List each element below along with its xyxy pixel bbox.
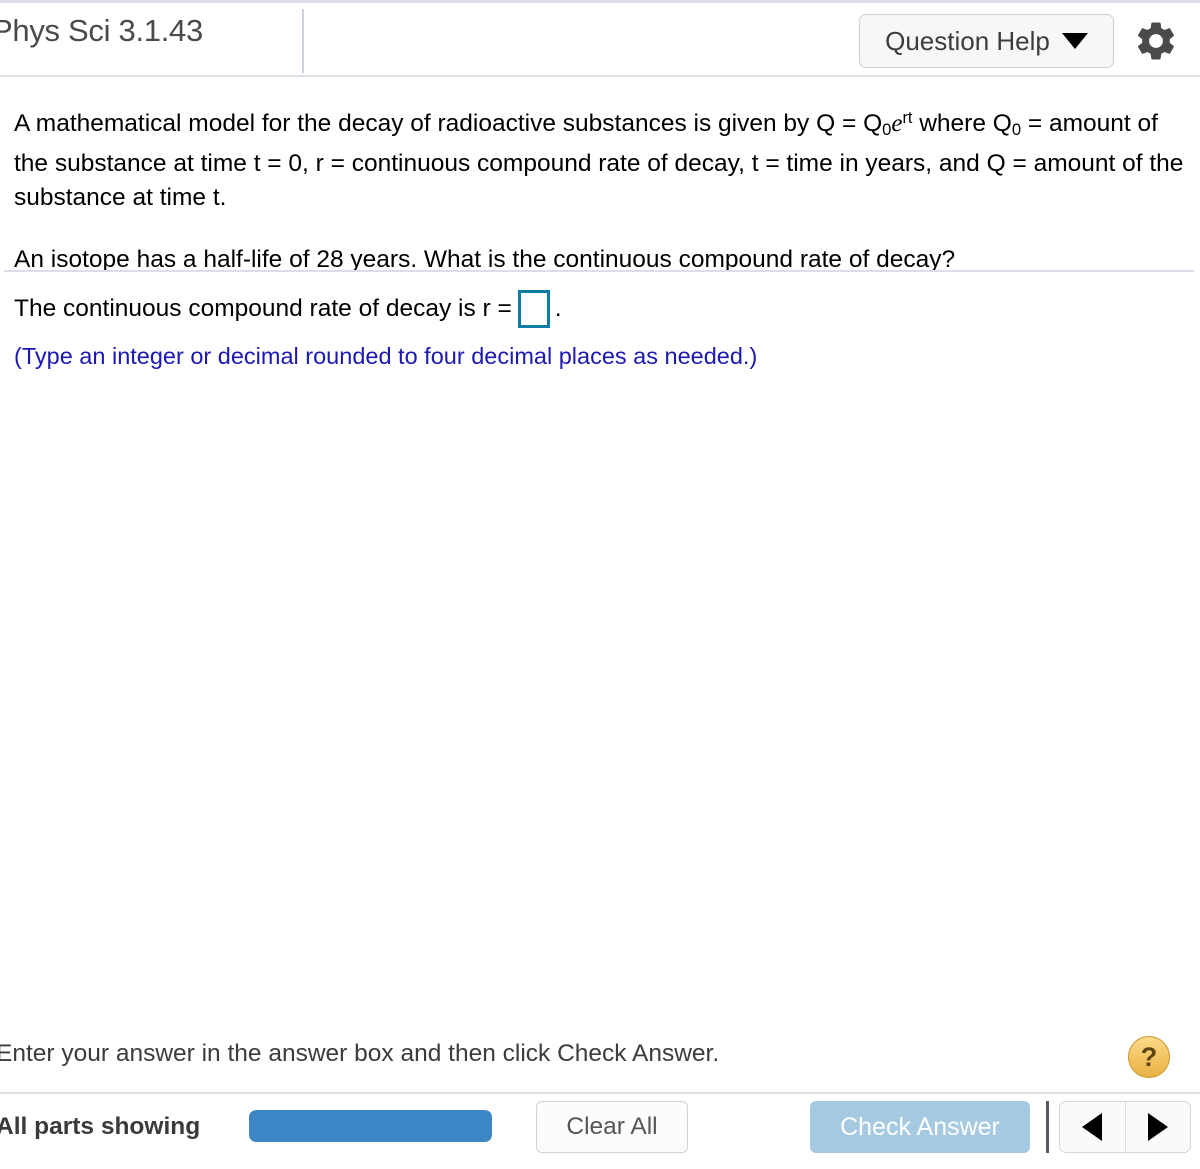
page-title: Phys Sci 3.1.43 bbox=[0, 13, 203, 48]
gear-icon[interactable] bbox=[1133, 18, 1179, 64]
previous-question-button[interactable] bbox=[1060, 1102, 1125, 1152]
footer-message: Enter your answer in the answer box and … bbox=[0, 1040, 720, 1067]
header-divider bbox=[302, 9, 304, 73]
question-body: A mathematical model for the decay of ra… bbox=[0, 77, 1200, 277]
section-divider bbox=[4, 270, 1194, 272]
parts-status-label: All parts showing bbox=[0, 1113, 201, 1140]
question-paragraph-2: An isotope has a half-life of 28 years. … bbox=[14, 245, 956, 273]
footer-message-bar: Enter your answer in the answer box and … bbox=[0, 1038, 1200, 1094]
question-help-button[interactable]: Question Help bbox=[859, 14, 1114, 68]
chevron-down-icon bbox=[1061, 33, 1088, 49]
e-symbol: e bbox=[891, 109, 903, 137]
check-answer-button[interactable]: Check Answer bbox=[810, 1101, 1030, 1153]
answer-area: The continuous compound rate of decay is… bbox=[0, 290, 1200, 372]
answer-prompt-line: The continuous compound rate of decay is… bbox=[14, 290, 1186, 328]
answer-prompt-label: The continuous compound rate of decay is… bbox=[14, 295, 512, 322]
parts-progress-bar bbox=[249, 1110, 492, 1142]
navigation-button-group bbox=[1059, 1101, 1191, 1153]
question-help-label: Question Help bbox=[885, 25, 1050, 56]
question-page: Phys Sci 3.1.43 Question Help A mathemat… bbox=[0, 0, 1200, 1169]
clear-all-button[interactable]: Clear All bbox=[536, 1101, 688, 1153]
answer-input[interactable] bbox=[517, 290, 550, 328]
q-subscript-zero-2: 0 bbox=[1011, 119, 1022, 139]
question-text-part-2: where Q bbox=[919, 109, 1012, 137]
answer-prompt-period: . bbox=[554, 295, 562, 322]
help-question-icon[interactable]: ? bbox=[1128, 1036, 1170, 1078]
triangle-right-icon bbox=[1147, 1113, 1168, 1141]
next-question-button[interactable] bbox=[1124, 1102, 1191, 1152]
bottom-toolbar: All parts showing Clear All Check Answer bbox=[0, 1098, 1200, 1169]
toolbar-separator bbox=[1046, 1101, 1049, 1153]
rt-superscript: rt bbox=[902, 109, 913, 127]
parts-progress-fill bbox=[249, 1110, 492, 1142]
question-text-part-1: A mathematical model for the decay of ra… bbox=[14, 109, 883, 137]
question-paragraph-1: A mathematical model for the decay of ra… bbox=[0, 77, 1200, 215]
page-header: Phys Sci 3.1.43 Question Help bbox=[0, 0, 1200, 77]
triangle-left-icon bbox=[1082, 1113, 1103, 1141]
answer-format-hint: (Type an integer or decimal rounded to f… bbox=[14, 343, 758, 369]
